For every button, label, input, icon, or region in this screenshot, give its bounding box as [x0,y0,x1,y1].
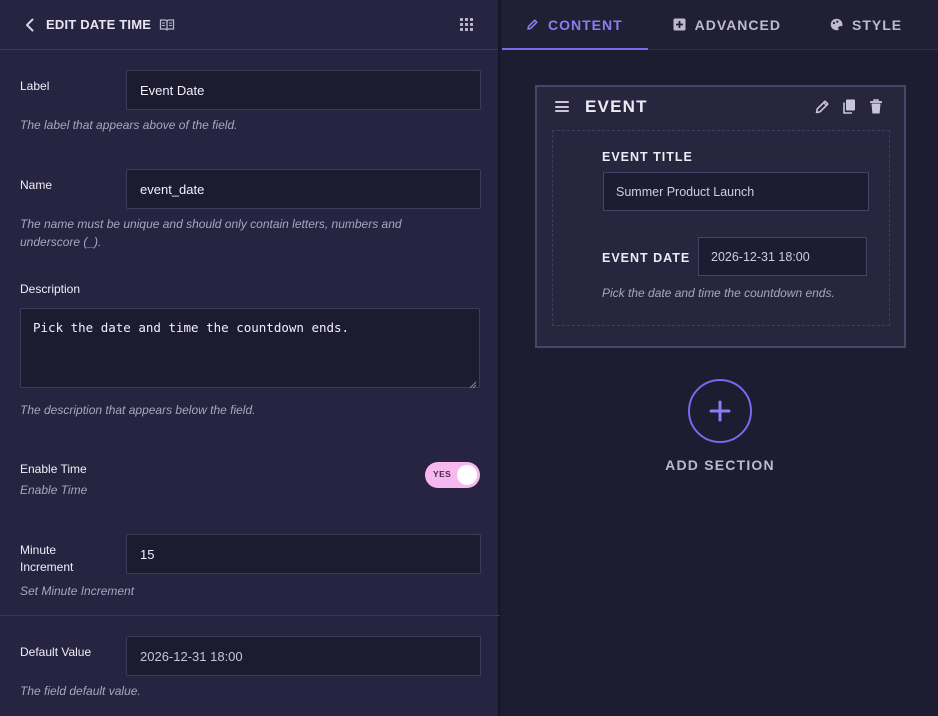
default-value-hint: The field default value. [20,684,141,698]
pencil-icon [526,18,539,31]
event-date-hint: Pick the date and time the countdown end… [602,286,835,300]
duplicate-icon[interactable] [841,98,857,115]
event-date-input[interactable]: 2026-12-31 18:00 [698,237,867,276]
plus-square-icon [673,18,686,31]
event-title-label: EVENT TITLE [602,150,693,164]
field-settings-panel: EDIT DATE TIME Label Event Date The labe… [0,0,500,716]
minute-increment-label-line1: Minute [20,543,57,557]
minute-increment-input[interactable]: 15 [126,534,481,574]
resize-grip-icon[interactable] [469,377,477,389]
section-fields-area: EVENT TITLE Summer Product Launch EVENT … [552,130,890,326]
enable-time-hint: Enable Time [20,483,88,497]
event-title-input[interactable]: Summer Product Launch [603,172,869,211]
description-textarea[interactable]: Pick the date and time the countdown end… [20,308,480,389]
name-field-label: Name [20,178,53,192]
name-input[interactable]: event_date [126,169,481,209]
default-value-label: Default Value [20,645,92,659]
tab-content-label: CONTENT [548,16,623,33]
panel-header: EDIT DATE TIME [0,0,498,50]
add-section-button[interactable] [688,379,752,443]
minute-increment-hint: Set Minute Increment [20,584,135,598]
enable-time-toggle[interactable]: YES [425,462,480,488]
tab-style[interactable]: STYLE [781,0,902,49]
enable-time-label: Enable Time [20,462,87,476]
edit-pencil-icon[interactable] [814,98,830,115]
book-icon[interactable] [159,18,175,32]
section-header: EVENT [537,87,904,127]
tab-style-label: STYLE [851,16,903,33]
builder-canvas: CONTENT ADVANCED STYLE EVENT EVENT TITLE… [502,0,938,716]
name-field-hint-line1: The name must be unique and should only … [20,217,402,231]
section-divider [0,615,500,616]
default-value-input[interactable]: 2026-12-31 18:00 [126,636,481,676]
toggle-yes-text: YES [433,469,452,479]
label-input[interactable]: Event Date [126,70,481,110]
name-field-hint-line2: underscore (_). [20,235,102,249]
minute-increment-label-line2: Increment [20,560,74,574]
description-field-label: Description [20,282,81,296]
tab-advanced-label: ADVANCED [694,16,781,33]
tab-content[interactable]: CONTENT [502,0,648,50]
tab-advanced[interactable]: ADVANCED [648,0,781,49]
apps-grid-icon[interactable] [460,17,474,32]
trash-icon[interactable] [868,98,884,115]
label-field-hint: The label that appears above of the fiel… [20,118,238,132]
tab-bar: CONTENT ADVANCED STYLE [502,0,938,50]
label-field-label: Label [20,79,50,93]
section-title: EVENT [585,97,648,116]
panel-title: EDIT DATE TIME [46,17,152,32]
description-field-hint: The description that appears below the f… [20,403,256,417]
back-chevron-icon[interactable] [22,18,36,32]
drag-handle-icon[interactable] [555,101,569,112]
event-section-card[interactable]: EVENT EVENT TITLE Summer Product Launch … [535,85,906,348]
section-actions [814,98,884,115]
palette-icon [830,18,843,31]
add-section-label[interactable]: ADD SECTION [502,457,938,473]
description-text: Pick the date and time the countdown end… [33,320,350,335]
toggle-knob [457,465,477,485]
event-date-label: EVENT DATE [602,251,691,265]
plus-icon [709,400,731,422]
